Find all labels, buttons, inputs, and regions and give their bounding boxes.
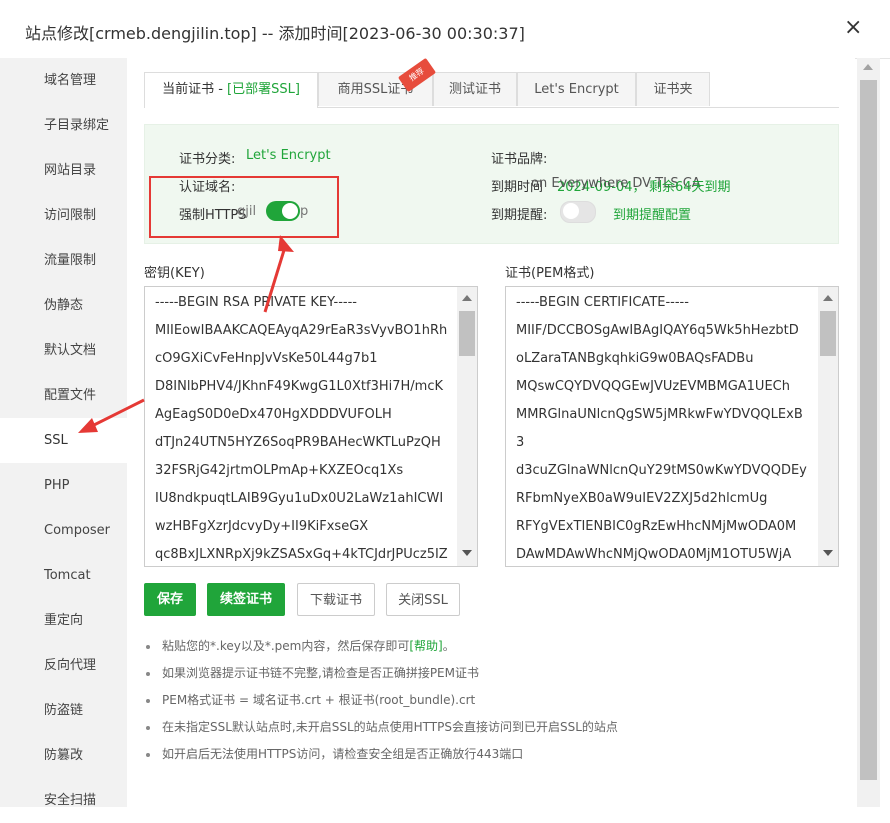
save-button[interactable]: 保存: [144, 583, 196, 616]
pem-line: RFbmNyeXB0aW9uIEV2ZXJ5d2hlcmUg: [516, 491, 768, 506]
bullet-icon: [146, 671, 150, 676]
sidebar-item-access-limit[interactable]: 访问限制: [0, 193, 127, 238]
scroll-up-icon[interactable]: [462, 295, 472, 301]
pem-line: RFYgVExTIENBIC0gRzEwHhcNMjMwODA0M: [516, 519, 797, 534]
sidebar-item-rewrite[interactable]: 伪静态: [0, 283, 127, 328]
pem-line: 3: [516, 435, 525, 450]
tip-text: 粘贴您的*.key以及*.pem内容，然后保存即可: [162, 639, 410, 653]
pem-line: d3cuZGlnaWNlcnQuY29tMS0wKwYDVQQDEy: [516, 463, 807, 478]
tab-current-status: [已部署SSL]: [227, 82, 300, 97]
sidebar-item-default-doc[interactable]: 默认文档: [0, 328, 127, 373]
sidebar-item-subdir[interactable]: 子目录绑定: [0, 103, 127, 148]
key-scrollbar[interactable]: [457, 287, 477, 566]
tip-text-end: 。: [442, 639, 455, 653]
scroll-down-icon[interactable]: [823, 550, 833, 556]
tip-item: 粘贴您的*.key以及*.pem内容，然后保存即可[帮助]。: [146, 636, 455, 656]
tab-current-cert[interactable]: 当前证书 - [已部署SSL]: [144, 72, 318, 108]
sidebar-item-tomcat[interactable]: Tomcat: [0, 553, 127, 598]
tip-item: 在未指定SSL默认站点时,未开启SSL的站点使用HTTPS会直接访问到已开启SS…: [146, 717, 618, 737]
key-line: cO9GXiCvFeHnpJvVsKe50L44g7b1: [155, 351, 378, 366]
ssl-tabs: 当前证书 - [已部署SSL] 商用SSL证书 测试证书 Let's Encry…: [144, 72, 839, 108]
pem-line: oLZaraTANBgkqhkiG9w0BAQsFADBu: [516, 351, 754, 366]
expiry-remind-config-link[interactable]: 到期提醒配置: [613, 204, 691, 223]
sidebar-item-traffic-limit[interactable]: 流量限制: [0, 238, 127, 283]
scroll-thumb[interactable]: [820, 311, 836, 356]
key-textarea[interactable]: -----BEGIN RSA PRIVATE KEY----- MIIEowIB…: [144, 286, 478, 567]
scroll-thumb[interactable]: [860, 80, 877, 780]
close-icon[interactable]: ×: [844, 17, 862, 39]
key-line: wzHBFgXzrJdcvyDy+II9KiFxseGX: [155, 519, 369, 534]
scroll-up-icon[interactable]: [863, 64, 873, 70]
tip-text: 如开启后无法使用HTTPS访问，请检查安全组是否正确放行443端口: [162, 747, 524, 761]
pem-line: DAwMDAwWhcNMjQwODA0MjM1OTU5WjA: [516, 547, 792, 562]
pem-textarea[interactable]: -----BEGIN CERTIFICATE----- MIIF/DCCBOSg…: [505, 286, 839, 567]
dialog-titlebar: 站点修改[crmeb.dengjilin.top] -- 添加时间[2023-0…: [0, 0, 890, 59]
sidebar: 域名管理 子目录绑定 网站目录 访问限制 流量限制 伪静态 默认文档 配置文件 …: [0, 58, 127, 808]
key-line: IU8ndkpuqtLAIB9Gyu1uDx0U2LaWz1ahICWI: [155, 491, 444, 506]
key-label: 密钥(KEY): [144, 266, 205, 281]
sidebar-item-config-file[interactable]: 配置文件: [0, 373, 127, 418]
cert-category-label: 证书分类:: [179, 152, 236, 167]
dialog-scrollbar[interactable]: [857, 58, 880, 807]
close-ssl-button[interactable]: 关闭SSL: [386, 583, 460, 616]
sidebar-item-ssl[interactable]: SSL: [0, 418, 127, 463]
sidebar-item-hotlink[interactable]: 防盗链: [0, 688, 127, 733]
tip-item: 如开启后无法使用HTTPS访问，请检查安全组是否正确放行443端口: [146, 744, 523, 764]
bullet-icon: [146, 698, 150, 703]
sidebar-item-tamper[interactable]: 防篡改: [0, 733, 127, 778]
key-line: qc8BxJLXNRpXj9kZSASxGq+4kTCJdrJPUcz5IZ: [155, 547, 448, 562]
bullet-icon: [146, 752, 150, 757]
sidebar-item-php[interactable]: PHP: [0, 463, 127, 508]
tip-item: 如果浏览器提示证书链不完整,请检查是否正确拼接PEM证书: [146, 663, 479, 683]
bullet-icon: [146, 725, 150, 730]
scroll-thumb[interactable]: [459, 311, 475, 356]
tip-text: PEM格式证书 = 域名证书.crt + 根证书(root_bundle).cr…: [162, 693, 476, 707]
download-cert-button[interactable]: 下载证书: [297, 583, 375, 616]
dialog-title: 站点修改[crmeb.dengjilin.top] -- 添加时间[2023-0…: [25, 24, 525, 43]
highlight-box: [149, 176, 339, 238]
tip-text: 在未指定SSL默认站点时,未开启SSL的站点使用HTTPS会直接访问到已开启SS…: [162, 720, 618, 734]
scroll-up-icon[interactable]: [823, 295, 833, 301]
cert-brand-label: 证书品牌:: [491, 152, 548, 167]
sidebar-item-redirect[interactable]: 重定向: [0, 598, 127, 643]
pem-line: MQswCQYDVQQGEwJVUzEVMBMGA1UECh: [516, 379, 790, 394]
renew-cert-button[interactable]: 续签证书: [207, 583, 285, 616]
sidebar-item-reverse-proxy[interactable]: 反向代理: [0, 643, 127, 688]
toggle-knob: [563, 203, 579, 219]
pem-line: -----BEGIN CERTIFICATE-----: [516, 295, 689, 310]
bullet-icon: [146, 644, 150, 649]
sidebar-item-domain[interactable]: 域名管理: [0, 58, 127, 103]
pem-scrollbar[interactable]: [818, 287, 838, 566]
tip-text: 如果浏览器提示证书链不完整,请检查是否正确拼接PEM证书: [162, 666, 479, 680]
expiry-remind-toggle[interactable]: [560, 201, 596, 223]
pem-label: 证书(PEM格式): [505, 266, 595, 281]
key-line: AgEagS0D0eDx470HgXDDDVUFOLH: [155, 407, 392, 422]
key-line: D8INlbPHV4/JKhnF49KwgG1L0Xtf3Hi7H/mcK: [155, 379, 443, 394]
tab-letsencrypt[interactable]: Let's Encrypt: [517, 72, 636, 106]
key-line: dTJn24UTN5HYZ6SoqPR9BAHecWKTLuPzQH: [155, 435, 441, 450]
cert-category-value: Let's Encrypt: [246, 148, 331, 163]
tip-item: PEM格式证书 = 域名证书.crt + 根证书(root_bundle).cr…: [146, 690, 475, 710]
tab-current-label: 当前证书 -: [162, 82, 228, 97]
expiry-days-left: 剩余64天到期: [649, 180, 731, 195]
key-line: 32FSRjG42jrtmOLPmAp+KXZEOcq1Xs: [155, 463, 404, 478]
expiry-remind-label: 到期提醒:: [491, 208, 548, 223]
key-line: MIIEowIBAAKCAQEAyqA29rEaR3sVyvBO1hRh: [155, 323, 448, 338]
help-link[interactable]: [帮助]: [409, 639, 442, 653]
sidebar-item-composer[interactable]: Composer: [0, 508, 127, 553]
pem-line: MMRGlnaUNlcnQgSW5jMRkwFwYDVQQLExB: [516, 407, 803, 422]
pem-line: MIIF/DCCBOSgAwIBAgIQAY6q5Wk5hHezbtD: [516, 323, 799, 338]
sidebar-item-security-scan[interactable]: 安全扫描: [0, 778, 127, 823]
key-line: -----BEGIN RSA PRIVATE KEY-----: [155, 295, 357, 310]
tab-test-cert[interactable]: 测试证书: [433, 72, 517, 106]
sidebar-item-site-dir[interactable]: 网站目录: [0, 148, 127, 193]
scroll-down-icon[interactable]: [462, 550, 472, 556]
tab-cert-folder[interactable]: 证书夹: [636, 72, 710, 106]
